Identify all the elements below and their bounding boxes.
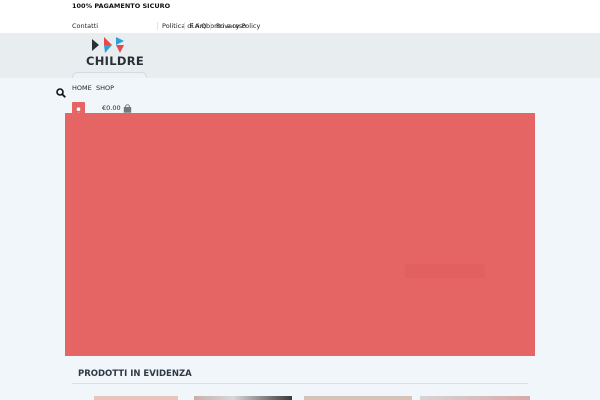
cart-icon[interactable] [123, 104, 132, 113]
nav-item-home[interactable]: HOME [72, 84, 92, 92]
top-bar: 100% PAGAMENTO SICURO [0, 0, 600, 14]
link-privacy-policy[interactable]: Privacy Policy [216, 22, 260, 30]
link-contatti[interactable]: Contatti [72, 22, 98, 30]
logo-text: CHILDRE [86, 54, 145, 68]
link-separator [184, 22, 185, 30]
product-thumbnail[interactable] [94, 396, 178, 400]
site-logo[interactable]: CHILDRE [86, 35, 146, 69]
logo-mark-icon [92, 37, 124, 53]
nav-item-shop[interactable]: SHOP [96, 84, 114, 92]
link-faq[interactable]: F.A.Q [190, 22, 206, 30]
product-thumbnail[interactable] [304, 396, 412, 400]
hero-cta-button[interactable] [405, 264, 485, 278]
featured-products-title: PRODOTTI IN EVIDENZA [78, 369, 192, 379]
search-icon[interactable] [56, 88, 66, 98]
cart-total[interactable]: €0.00 [102, 104, 121, 112]
secure-payment-message: 100% PAGAMENTO SICURO [72, 2, 171, 10]
link-separator [210, 22, 211, 30]
hero-banner[interactable] [65, 113, 535, 356]
link-separator [157, 22, 158, 30]
product-thumbnail[interactable] [420, 396, 530, 400]
top-links-bar: Contatti Politica di rimborso e reso F.A… [0, 14, 600, 34]
product-thumbnail[interactable] [194, 396, 292, 400]
featured-products-heading: PRODOTTI IN EVIDENZA [72, 367, 528, 384]
